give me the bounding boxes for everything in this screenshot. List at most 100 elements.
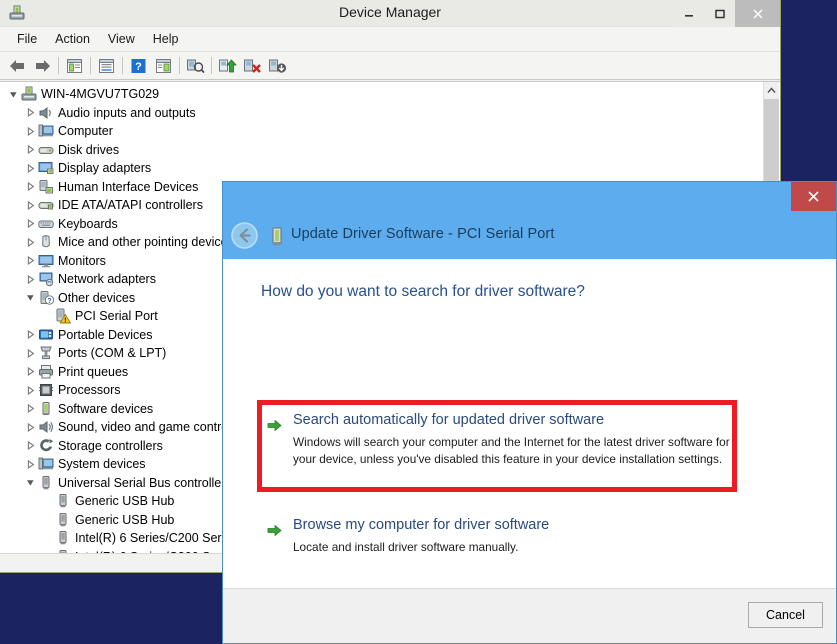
sound-icon (37, 419, 55, 435)
back-icon[interactable] (5, 54, 30, 78)
collapse-twisty-icon[interactable] (6, 90, 20, 99)
toolbar-separator (58, 57, 59, 74)
window-titlebar[interactable]: Device Manager (0, 0, 780, 27)
expand-twisty-icon[interactable] (23, 275, 37, 284)
tree-item-label: WIN-4MGVU7TG029 (41, 87, 159, 101)
expand-twisty-icon[interactable] (23, 108, 37, 117)
tree-item-label: System devices (58, 457, 146, 471)
tree-item-label: Generic USB Hub (75, 494, 174, 508)
expand-twisty-icon[interactable] (23, 404, 37, 413)
menu-item-view[interactable]: View (99, 29, 144, 49)
minimize-button[interactable] (673, 0, 704, 27)
update-driver-software-dialog: Update Driver Software - PCI Serial Port… (222, 181, 837, 644)
menu-item-file[interactable]: File (8, 29, 46, 49)
maximize-button[interactable] (704, 0, 735, 27)
uninstall-device-icon[interactable] (240, 54, 265, 78)
update-driver-software-icon[interactable] (215, 54, 240, 78)
system-device-icon (37, 456, 55, 472)
forward-icon[interactable] (30, 54, 55, 78)
expand-twisty-icon[interactable] (23, 256, 37, 265)
display-adapter-icon (37, 160, 55, 176)
tree-item-label: Intel(R) 6 Series/C200 Series (75, 531, 238, 545)
tree-item[interactable]: Display adapters (0, 159, 754, 178)
expand-twisty-icon[interactable] (23, 145, 37, 154)
tree-item-label: Human Interface Devices (58, 180, 198, 194)
expand-twisty-icon[interactable] (23, 386, 37, 395)
expand-twisty-icon[interactable] (23, 219, 37, 228)
storage-controller-icon (37, 438, 55, 454)
green-arrow-icon (267, 523, 282, 538)
option-title[interactable]: Search automatically for updated driver … (293, 412, 604, 428)
collapse-twisty-icon[interactable] (23, 478, 37, 487)
wizard-title: Update Driver Software - PCI Serial Port (291, 226, 554, 242)
wizard-close-button[interactable] (791, 182, 836, 211)
collapse-twisty-icon[interactable] (23, 293, 37, 302)
menu-item-action[interactable]: Action (46, 29, 99, 49)
computer-root-icon (20, 86, 38, 102)
processor-icon (37, 382, 55, 398)
other-devices-icon: ? (37, 290, 55, 306)
properties-icon[interactable] (94, 54, 119, 78)
disk-drive-icon (37, 142, 55, 158)
tree-item-label: Processors (58, 383, 121, 397)
expand-twisty-icon[interactable] (23, 460, 37, 469)
expand-twisty-icon[interactable] (23, 349, 37, 358)
tree-item-label: PCI Serial Port (75, 309, 158, 323)
network-adapter-icon (37, 271, 55, 287)
option-title[interactable]: Browse my computer for driver software (293, 517, 549, 533)
pci-serial-port-warning-icon (54, 308, 72, 324)
expand-twisty-icon[interactable] (23, 127, 37, 136)
tree-item[interactable]: Disk drives (0, 141, 754, 160)
green-arrow-icon (267, 418, 282, 433)
tree-item[interactable]: WIN-4MGVU7TG029 (0, 85, 754, 104)
usb-icon (54, 512, 72, 528)
ide-controller-icon (37, 197, 55, 213)
expand-twisty-icon[interactable] (23, 423, 37, 432)
toolbar: ? (0, 52, 780, 80)
scroll-up-button[interactable] (764, 82, 779, 98)
tree-item-label: Audio inputs and outputs (58, 106, 196, 120)
option-description: Windows will search your computer and th… (293, 434, 733, 467)
tree-item-label: IDE ATA/ATAPI controllers (58, 198, 203, 212)
tree-item-label: Keyboards (58, 217, 118, 231)
toolbar-separator (211, 57, 212, 74)
printer-icon (37, 364, 55, 380)
speaker-icon (37, 105, 55, 121)
usb-icon (37, 475, 55, 491)
scan-for-hardware-changes-icon[interactable] (183, 54, 208, 78)
expand-twisty-icon[interactable] (23, 201, 37, 210)
mouse-icon (37, 234, 55, 250)
menu-item-help[interactable]: Help (144, 29, 188, 49)
ports-icon (37, 345, 55, 361)
software-device-icon (37, 401, 55, 417)
wizard-back-button[interactable] (231, 222, 258, 249)
usb-icon (54, 493, 72, 509)
expand-twisty-icon[interactable] (23, 238, 37, 247)
close-button[interactable] (735, 0, 780, 27)
toolbar-separator (179, 57, 180, 74)
option-description: Locate and install driver software manua… (293, 539, 733, 556)
expand-twisty-icon[interactable] (23, 441, 37, 450)
cancel-button[interactable]: Cancel (748, 602, 823, 628)
monitor-icon (37, 253, 55, 269)
hid-icon (37, 179, 55, 195)
tree-item[interactable]: Computer (0, 122, 754, 141)
expand-twisty-icon[interactable] (23, 367, 37, 376)
wizard-footer: Cancel (223, 588, 836, 643)
pci-serial-port-icon (268, 226, 286, 246)
show-hide-console-tree-icon[interactable] (62, 54, 87, 78)
tree-item-label: Display adapters (58, 161, 151, 175)
expand-twisty-icon[interactable] (23, 164, 37, 173)
window-controls (673, 0, 780, 27)
help-icon[interactable]: ? (126, 54, 151, 78)
expand-twisty-icon[interactable] (23, 330, 37, 339)
view-icon[interactable] (151, 54, 176, 78)
expand-twisty-icon[interactable] (23, 182, 37, 191)
tree-item-label: Universal Serial Bus controllers (58, 476, 232, 490)
wizard-header: Update Driver Software - PCI Serial Port (223, 182, 836, 259)
tree-item-label: Generic USB Hub (75, 513, 174, 527)
tree-item-label: Monitors (58, 254, 106, 268)
tree-item[interactable]: Audio inputs and outputs (0, 104, 754, 123)
disable-device-icon[interactable] (265, 54, 290, 78)
tree-item-label: Computer (58, 124, 113, 138)
